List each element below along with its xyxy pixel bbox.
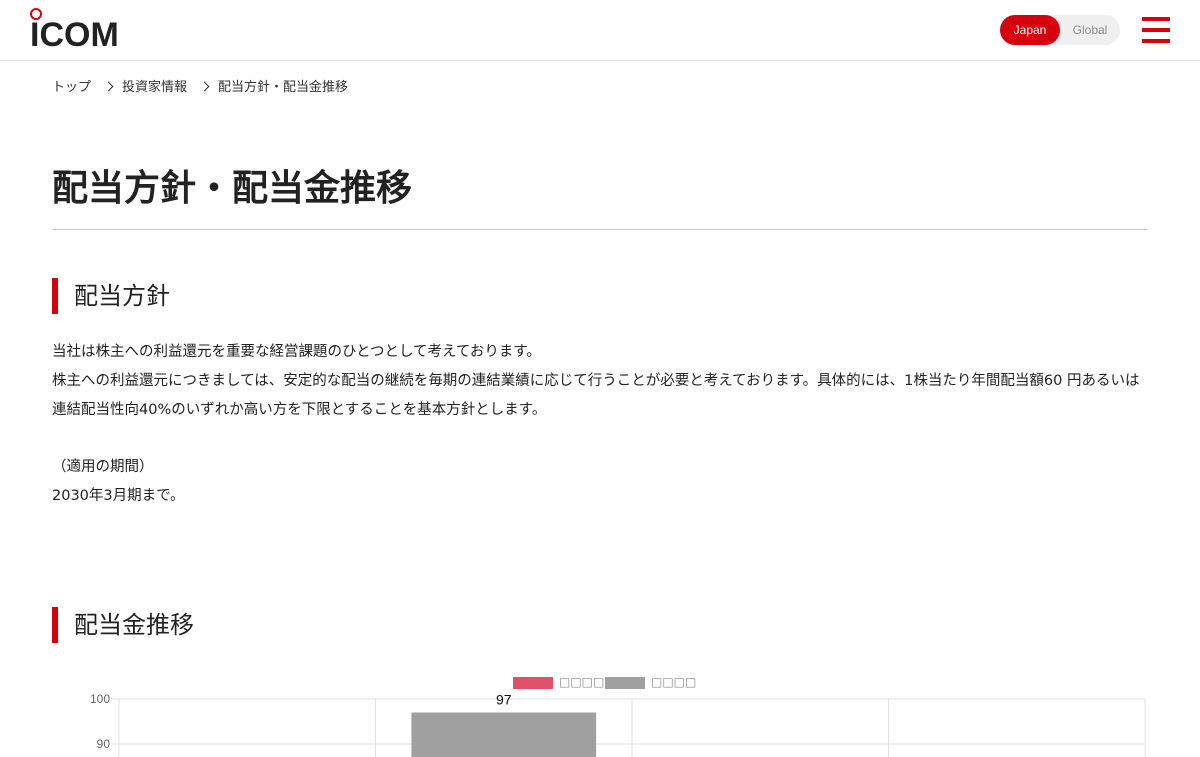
chevron-right-icon <box>103 81 114 92</box>
y-tick-label: 100 <box>90 692 110 706</box>
legend-label: □□□□ <box>651 675 696 689</box>
policy-heading: 配当方針 <box>52 278 170 314</box>
dividend-chart: □□□□ □□□□ 90 100 97 <box>90 675 1146 757</box>
chart-grid: 90 100 <box>90 692 1146 757</box>
policy-line-1: 当社は株主への利益還元を重要な経営課題のひとつとして考えております。 <box>52 344 541 360</box>
period-value: 2030年3月期まで。 <box>52 488 185 504</box>
chevron-right-icon <box>199 81 210 92</box>
lang-global-button[interactable]: Global <box>1060 15 1120 45</box>
bar-value-label: 97 <box>496 692 512 708</box>
icom-logo[interactable]: ICOM <box>30 8 122 52</box>
breadcrumb-investor-link[interactable]: 投資家情報 <box>122 80 187 95</box>
title-divider <box>52 229 1148 230</box>
bar <box>411 712 597 757</box>
hamburger-menu-icon[interactable] <box>1142 17 1170 43</box>
logo-text: ICOM <box>30 16 119 54</box>
legend-swatch <box>605 677 645 689</box>
page-title: 配当方針・配当金推移 <box>52 168 413 209</box>
site-header: ICOM Japan Global <box>0 0 1200 61</box>
legend-label: □□□□ <box>559 675 604 689</box>
policy-body: 当社は株主への利益還元を重要な経営課題のひとつとして考えております。 株主への利… <box>52 338 1152 425</box>
policy-line-2: 株主への利益還元につきましては、安定的な配当の継続を毎期の連結業績に応じて行うこ… <box>52 373 1140 418</box>
policy-period: （適用の期間） 2030年3月期まで。 <box>52 453 1152 511</box>
chart-labels: 97 <box>496 692 512 708</box>
chart-bars <box>411 712 597 757</box>
dividend-trend-heading: 配当金推移 <box>52 607 194 643</box>
period-label: （適用の期間） <box>52 459 154 475</box>
breadcrumb: トップ 投資家情報 配当方針・配当金推移 <box>52 78 348 98</box>
breadcrumb-top-link[interactable]: トップ <box>52 80 91 95</box>
breadcrumb-current: 配当方針・配当金推移 <box>218 80 349 95</box>
chart-legend: □□□□ □□□□ <box>513 675 696 689</box>
y-tick-label: 90 <box>97 737 111 751</box>
language-switch: Japan Global <box>1000 15 1120 45</box>
legend-swatch <box>513 677 553 689</box>
lang-japan-button[interactable]: Japan <box>1000 15 1060 45</box>
